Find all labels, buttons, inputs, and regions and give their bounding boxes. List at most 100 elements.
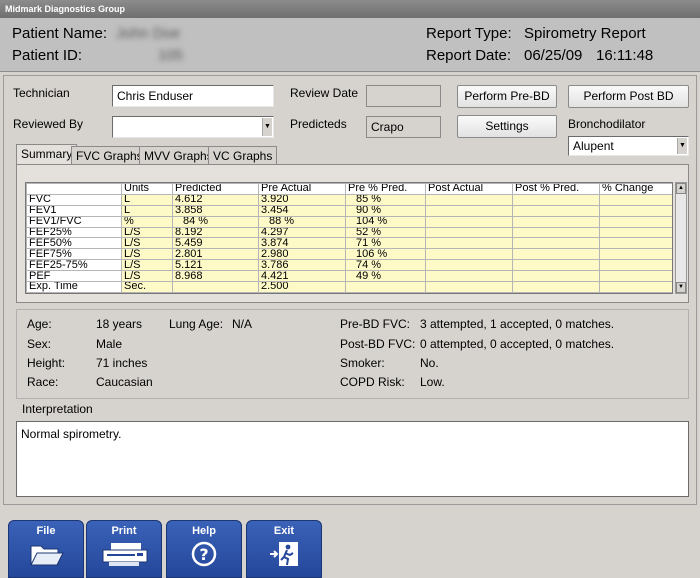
print-button[interactable]: Print bbox=[86, 520, 162, 578]
interpretation-textarea[interactable]: Normal spirometry. bbox=[16, 421, 689, 497]
height-value: 71 inches bbox=[96, 356, 148, 370]
report-type: Spirometry Report bbox=[524, 25, 646, 42]
table-cell bbox=[425, 237, 513, 250]
help-button-label: Help bbox=[192, 525, 216, 537]
table-cell bbox=[512, 248, 600, 261]
row-header-cell: FEV1 bbox=[26, 204, 122, 217]
table-cell bbox=[512, 237, 600, 250]
table-cell bbox=[599, 226, 672, 239]
column-header: Pre % Pred. bbox=[345, 183, 426, 195]
post-bd-fvc-value: 0 attempted, 0 accepted, 0 matches. bbox=[420, 337, 615, 351]
results-grid[interactable]: Units Predicted Pre Actual Pre % Pred. P… bbox=[25, 182, 673, 294]
technician-field[interactable]: Chris Enduser bbox=[112, 85, 274, 107]
sex-value: Male bbox=[96, 337, 123, 351]
table-cell: 5.459 bbox=[172, 237, 259, 250]
predicteds-label: Predicteds bbox=[290, 117, 347, 131]
grid-scrollbar[interactable]: ▲ ▼ bbox=[675, 182, 687, 294]
report-date-label: Report Date: bbox=[426, 47, 512, 64]
table-cell bbox=[512, 215, 600, 228]
settings-button[interactable]: Settings bbox=[457, 115, 557, 138]
table-cell bbox=[425, 193, 513, 206]
table-header-row: Units Predicted Pre Actual Pre % Pred. P… bbox=[26, 183, 672, 195]
table-cell bbox=[599, 270, 672, 283]
patient-id-label: Patient ID: bbox=[12, 47, 83, 64]
exit-button-label: Exit bbox=[273, 525, 295, 537]
column-header: Pre Actual bbox=[258, 183, 346, 195]
main-panel: Technician Chris Enduser Reviewed By ▼ R… bbox=[3, 75, 697, 505]
post-bd-fvc-label: Post-BD FVC: bbox=[340, 337, 416, 351]
table-cell: 84 % bbox=[172, 215, 259, 228]
report-time: 16:11:48 bbox=[596, 47, 654, 64]
sex-label: Sex: bbox=[27, 337, 52, 351]
table-cell bbox=[599, 248, 672, 261]
exit-button[interactable]: Exit bbox=[246, 520, 322, 578]
column-header: Predicted bbox=[172, 183, 259, 195]
table-row[interactable]: Exp. Time Sec. 2.500 bbox=[26, 281, 672, 293]
table-cell bbox=[425, 248, 513, 261]
table-cell: 90 % bbox=[345, 204, 426, 217]
row-header-cell: FEF50% bbox=[26, 237, 122, 250]
table-row[interactable]: FEF75% L/S 2.801 2.980 106 % bbox=[26, 248, 672, 261]
height-label: Height: bbox=[27, 356, 66, 370]
reviewed-by-label: Reviewed By bbox=[13, 117, 84, 131]
table-cell: L/S bbox=[121, 237, 173, 250]
tab-summary[interactable]: Summary bbox=[16, 144, 78, 165]
table-cell bbox=[599, 215, 672, 228]
scroll-down-icon[interactable]: ▼ bbox=[676, 282, 686, 293]
table-row[interactable]: FEF25% L/S 8.192 4.297 52 % bbox=[26, 226, 672, 239]
chevron-down-icon[interactable]: ▼ bbox=[677, 138, 687, 154]
table-row[interactable]: FEV1 L 3.858 3.454 90 % bbox=[26, 204, 672, 217]
help-icon: ? bbox=[191, 541, 217, 567]
table-row[interactable]: FEF25-75% L/S 5.121 3.786 74 % bbox=[26, 259, 672, 272]
window-title: Midmark Diagnostics Group bbox=[0, 0, 700, 18]
patient-info: Age: 18 years Lung Age: N/A Sex: Male He… bbox=[16, 309, 689, 399]
table-cell: L bbox=[121, 193, 173, 206]
file-button[interactable]: File bbox=[8, 520, 84, 578]
table-cell bbox=[599, 259, 672, 272]
table-cell bbox=[425, 226, 513, 239]
table-cell bbox=[599, 204, 672, 217]
tab-vc-graphs[interactable]: VC Graphs bbox=[208, 146, 278, 164]
table-cell: 5.121 bbox=[172, 259, 259, 272]
lung-age-value: N/A bbox=[232, 317, 253, 331]
perform-pre-bd-button[interactable]: Perform Pre-BD bbox=[457, 85, 557, 108]
table-row[interactable]: FEV1/FVC% 84 % 88 % 104 % bbox=[26, 215, 672, 228]
table-cell: 3.786 bbox=[258, 259, 346, 272]
table-row[interactable]: PEF L/S 8.968 4.421 49 % bbox=[26, 270, 672, 283]
table-cell: 3.920 bbox=[258, 193, 346, 206]
chevron-down-icon[interactable]: ▼ bbox=[262, 118, 272, 136]
table-cell bbox=[512, 259, 600, 272]
race-label: Race: bbox=[27, 375, 59, 389]
help-button[interactable]: Help ? bbox=[166, 520, 242, 578]
table-cell: 3.874 bbox=[258, 237, 346, 250]
row-header-cell: Exp. Time bbox=[26, 281, 122, 293]
table-row[interactable]: FVC L 4.612 3.920 85 % bbox=[26, 193, 672, 206]
table-cell: 106 % bbox=[345, 248, 426, 261]
table-cell: 4.612 bbox=[172, 193, 259, 206]
table-cell: 88 % bbox=[258, 215, 346, 228]
scroll-up-icon[interactable]: ▲ bbox=[676, 183, 686, 194]
tab-mvv-graphs[interactable]: MVV Graphs bbox=[139, 146, 218, 164]
table-cell: 74 % bbox=[345, 259, 426, 272]
reviewed-by-select[interactable]: ▼ bbox=[112, 116, 274, 138]
file-button-label: File bbox=[36, 525, 56, 537]
table-cell: % bbox=[121, 215, 173, 228]
technician-label: Technician bbox=[13, 86, 70, 100]
table-cell bbox=[425, 270, 513, 283]
table-cell bbox=[425, 281, 513, 293]
bronchodilator-value: Alupent bbox=[573, 139, 614, 153]
lung-age-label: Lung Age: bbox=[169, 317, 224, 331]
smoker-value: No. bbox=[420, 356, 439, 370]
table-cell: L/S bbox=[121, 270, 173, 283]
perform-post-bd-button[interactable]: Perform Post BD bbox=[568, 85, 689, 108]
table-cell: 71 % bbox=[345, 237, 426, 250]
table-cell bbox=[599, 237, 672, 250]
table-cell: 2.801 bbox=[172, 248, 259, 261]
table-cell: 85 % bbox=[345, 193, 426, 206]
table-cell: 49 % bbox=[345, 270, 426, 283]
predicteds-field: Crapo bbox=[366, 116, 441, 138]
bronchodilator-select[interactable]: Alupent ▼ bbox=[568, 136, 689, 156]
tab-fvc-graphs[interactable]: FVC Graphs bbox=[71, 146, 148, 164]
table-row[interactable]: FEF50% L/S 5.459 3.874 71 % bbox=[26, 237, 672, 250]
table-cell bbox=[512, 204, 600, 217]
